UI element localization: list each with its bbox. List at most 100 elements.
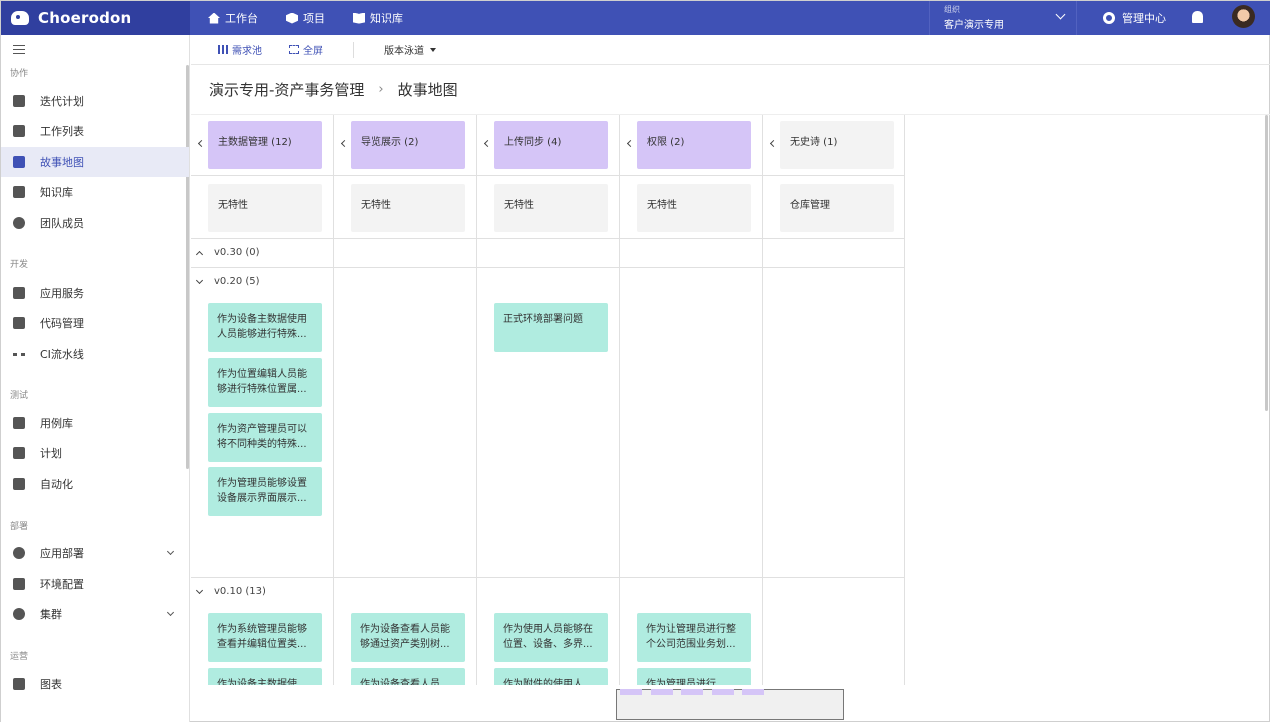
story-card[interactable]: 作为设备主数据使用...	[208, 668, 322, 685]
story-card[interactable]: 作为使用人员能够在位置、设备、多界...	[494, 613, 608, 662]
demand-pool-button[interactable]: 需求池	[218, 42, 262, 57]
bell-icon[interactable]	[1192, 11, 1203, 23]
choerodon-logo-icon	[11, 11, 29, 25]
row-divider	[191, 577, 905, 578]
release-v030[interactable]: v0.30 (0)	[195, 247, 260, 258]
sidebar-item-label: 工作列表	[40, 125, 84, 138]
story-card[interactable]: 作为设备查看人员能...	[351, 668, 465, 685]
sidebar-item-label: 代码管理	[40, 317, 84, 330]
sidebar-item-label: 计划	[40, 447, 62, 460]
group-title-dev: 开发	[10, 260, 29, 270]
group-title-deploy: 部署	[10, 522, 29, 532]
clipboard-icon	[13, 95, 25, 107]
sidebar-item-charts[interactable]: 图表	[1, 669, 189, 699]
list-icon	[13, 125, 25, 137]
feature-card[interactable]: 仓库管理	[780, 184, 894, 232]
management-center-button[interactable]: 管理中心	[1103, 1, 1166, 35]
sidebar-item-cluster[interactable]: 集群	[1, 599, 189, 629]
sidebar-item-app-deploy[interactable]: 应用部署	[1, 538, 189, 568]
sidebar-item-plan[interactable]: 计划	[1, 438, 189, 468]
top-nav: 工作台 项目 知识库	[208, 1, 431, 35]
book-icon	[353, 12, 365, 24]
map-scrollbar[interactable]	[1265, 115, 1268, 411]
cube-icon	[286, 12, 298, 24]
cluster-icon	[13, 608, 25, 620]
story-card[interactable]: 作为让管理员进行整个公司范围业务划...	[637, 613, 751, 662]
column-divider	[762, 115, 763, 685]
release-v020[interactable]: v0.20 (5)	[195, 276, 260, 287]
feature-card[interactable]: 无特性	[637, 184, 751, 232]
sidebar-item-label: 用例库	[40, 417, 73, 430]
collapse-epic-icon[interactable]	[340, 139, 348, 149]
org-selector[interactable]: 组织 客户演示专用	[929, 1, 1077, 35]
menu-icon[interactable]	[13, 45, 25, 54]
story-card[interactable]: 正式环境部署问题	[494, 303, 608, 352]
topnav-knowledge-label: 知识库	[370, 12, 403, 25]
topnav-projects[interactable]: 项目	[286, 10, 325, 26]
feature-card[interactable]: 无特性	[494, 184, 608, 232]
org-name: 客户演示专用	[944, 20, 1004, 31]
breadcrumb-project[interactable]: 演示专用-资产事务管理	[209, 79, 364, 100]
story-card[interactable]: 作为位置编辑人员能够进行特殊位置属...	[208, 358, 322, 407]
minimap-epic	[620, 689, 642, 695]
chevron-down-icon	[166, 547, 175, 556]
minimap-epic	[742, 689, 764, 695]
caret-down-icon	[430, 47, 436, 52]
sidebar-item-iteration-plan[interactable]: 迭代计划	[1, 86, 189, 116]
story-card[interactable]: 作为资产管理员可以将不同种类的特殊...	[208, 413, 322, 462]
collapse-epic-icon[interactable]	[769, 139, 777, 149]
sidebar-item-automation[interactable]: 自动化	[1, 469, 189, 499]
cloud-icon	[13, 547, 25, 559]
row-divider	[191, 267, 905, 268]
collapse-epic-icon[interactable]	[197, 139, 205, 149]
sidebar-item-ci[interactable]: CI流水线	[1, 339, 189, 369]
story-card[interactable]: 作为附件的使用人员...	[494, 668, 608, 685]
topnav-workbench-label: 工作台	[225, 12, 258, 25]
story-card[interactable]: 作为设备查看人员能够通过资产类别树...	[351, 613, 465, 662]
story-card[interactable]: 作为管理员进行....	[637, 668, 751, 685]
column-divider	[619, 115, 620, 685]
wrench-icon	[13, 578, 25, 590]
sidebar-item-case-library[interactable]: 用例库	[1, 408, 189, 438]
sidebar-item-code[interactable]: 代码管理	[1, 308, 189, 338]
topnav-workbench[interactable]: 工作台	[208, 10, 258, 26]
sidebar-item-label: 自动化	[40, 478, 73, 491]
sidebar-item-env-config[interactable]: 环境配置	[1, 569, 189, 599]
topnav-knowledge[interactable]: 知识库	[353, 10, 403, 26]
collapse-epic-icon[interactable]	[626, 139, 634, 149]
top-bar: Choerodon 工作台 项目 知识库 组织 客户演示专用 管理中心	[1, 1, 1270, 35]
minimap[interactable]	[616, 689, 844, 720]
swimlane-dropdown[interactable]: 版本泳道	[384, 42, 436, 57]
row-divider	[191, 175, 905, 176]
epic-card[interactable]: 权限 (2)	[637, 121, 751, 169]
feature-card[interactable]: 无特性	[351, 184, 465, 232]
sidebar-item-label: 团队成员	[40, 217, 84, 230]
story-card[interactable]: 作为系统管理员能够查看并编辑位置类...	[208, 613, 322, 662]
app-logo[interactable]: Choerodon	[1, 1, 190, 35]
epic-card[interactable]: 导览展示 (2)	[351, 121, 465, 169]
story-card[interactable]: 作为管理员能够设置设备展示界面展示...	[208, 467, 322, 516]
fullscreen-button[interactable]: 全屏	[289, 42, 323, 57]
bar-chart-icon	[13, 678, 25, 690]
release-label: v0.10 (13)	[214, 586, 266, 597]
collapse-epic-icon[interactable]	[483, 139, 491, 149]
story-card[interactable]: 作为设备主数据使用人员能够进行特殊...	[208, 303, 322, 352]
sidebar-item-app-service[interactable]: 应用服务	[1, 278, 189, 308]
feature-card[interactable]: 无特性	[208, 184, 322, 232]
sidebar-item-label: 应用服务	[40, 287, 84, 300]
toolbar: 需求池 全屏 版本泳道	[191, 35, 1270, 65]
sidebar-item-story-map[interactable]: 故事地图	[1, 147, 189, 177]
person-icon	[13, 217, 25, 229]
epic-card[interactable]: 主数据管理 (12)	[208, 121, 322, 169]
epic-card[interactable]: 上传同步 (4)	[494, 121, 608, 169]
sidebar-item-work-list[interactable]: 工作列表	[1, 116, 189, 146]
epic-card[interactable]: 无史诗 (1)	[780, 121, 894, 169]
sidebar-item-knowledge[interactable]: 知识库	[1, 177, 189, 207]
sidebar-item-team[interactable]: 团队成员	[1, 208, 189, 238]
book-icon	[13, 186, 25, 198]
avatar[interactable]	[1232, 5, 1255, 28]
release-v010[interactable]: v0.10 (13)	[195, 586, 266, 597]
sidebar-item-label: 迭代计划	[40, 95, 84, 108]
fullscreen-label: 全屏	[303, 46, 323, 57]
sidebar-item-label: 环境配置	[40, 578, 84, 591]
